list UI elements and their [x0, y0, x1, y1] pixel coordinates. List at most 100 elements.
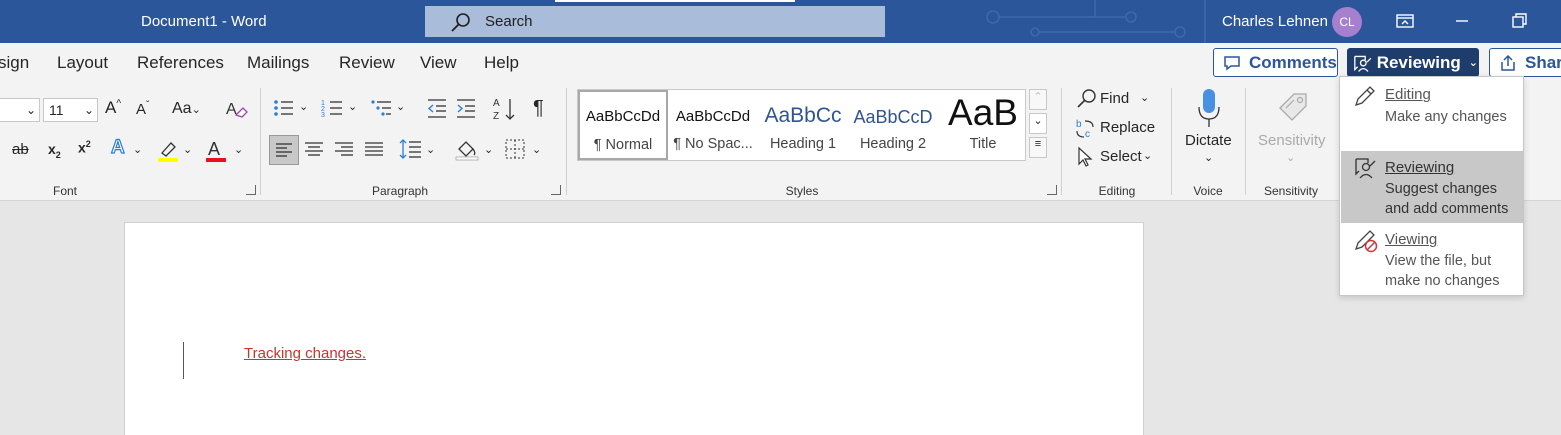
- decrease-indent-icon[interactable]: [426, 97, 448, 119]
- chevron-down-icon: ⌄: [25, 103, 36, 117]
- superscript-icon[interactable]: x2: [78, 139, 91, 156]
- subscript-icon[interactable]: x2: [48, 141, 61, 160]
- sort-icon[interactable]: A Z: [492, 96, 516, 122]
- chevron-down-icon[interactable]: ⌄: [532, 143, 541, 156]
- share-label: Share: [1525, 52, 1561, 72]
- chevron-down-icon[interactable]: ⌄: [299, 100, 308, 113]
- gallery-more-button[interactable]: ≡: [1029, 137, 1047, 158]
- tab-view[interactable]: View: [420, 53, 457, 73]
- chevron-down-icon[interactable]: ⌄: [1140, 91, 1149, 104]
- font-color-icon[interactable]: A: [205, 138, 227, 163]
- style-title[interactable]: AaB Title: [938, 90, 1025, 160]
- mode-viewing-item[interactable]: Viewing View the file, but make no chang…: [1341, 223, 1523, 295]
- svg-text:Z: Z: [493, 111, 499, 122]
- font-dialog-launcher[interactable]: [246, 185, 256, 195]
- clear-formatting-icon[interactable]: A: [224, 97, 248, 121]
- chevron-down-icon[interactable]: ⌄: [484, 143, 493, 156]
- chevron-down-icon[interactable]: ⌄: [183, 143, 192, 156]
- style-preview: AaBbCcD: [853, 107, 933, 127]
- select-cursor-icon[interactable]: [1076, 146, 1096, 168]
- no-edit-pencil-icon: [1354, 230, 1378, 253]
- group-separator: [1171, 88, 1172, 195]
- replace-button[interactable]: Replace: [1100, 119, 1155, 136]
- multilevel-list-icon[interactable]: [370, 97, 392, 119]
- group-separator: [260, 88, 261, 195]
- bullets-icon[interactable]: [272, 97, 294, 119]
- select-button[interactable]: Select: [1100, 148, 1142, 165]
- strikethrough-icon[interactable]: ab: [12, 141, 29, 158]
- mode-reviewing-item[interactable]: Reviewing Suggest changes and add commen…: [1341, 151, 1523, 223]
- chevron-down-icon[interactable]: ⌄: [234, 143, 243, 156]
- document-title: Document1 - Word: [141, 13, 267, 30]
- chevron-down-icon[interactable]: ⌄: [133, 143, 142, 156]
- chevron-down-icon[interactable]: ⌄: [1286, 151, 1295, 164]
- tab-references[interactable]: References: [137, 53, 224, 73]
- chevron-down-icon[interactable]: ⌄: [1143, 149, 1152, 162]
- restore-icon[interactable]: [1508, 11, 1530, 31]
- styles-gallery[interactable]: AaBbCcDd ¶ Normal AaBbCcDd ¶ No Spac... …: [577, 89, 1026, 161]
- style-heading-2[interactable]: AaBbCcD Heading 2: [848, 90, 938, 160]
- document-page[interactable]: [124, 222, 1144, 435]
- tab-help[interactable]: Help: [484, 53, 519, 73]
- sensitivity-label-icon[interactable]: [1274, 88, 1312, 126]
- style-preview: AaBbCcDd: [585, 108, 661, 125]
- grow-font-icon[interactable]: A^: [105, 98, 121, 118]
- tab-review[interactable]: Review: [339, 53, 395, 73]
- show-formatting-marks-icon[interactable]: ¶: [533, 97, 544, 120]
- style-normal[interactable]: AaBbCcDd ¶ Normal: [578, 90, 668, 160]
- style-heading-1[interactable]: AaBbCc Heading 1: [758, 90, 848, 160]
- replace-icon[interactable]: b c: [1075, 117, 1097, 139]
- align-right-icon[interactable]: [333, 138, 355, 160]
- ribbon-display-options-icon[interactable]: [1394, 11, 1416, 31]
- change-case-button[interactable]: Aa⌄: [172, 100, 201, 118]
- mode-editing-item[interactable]: Editing Make any changes: [1341, 79, 1523, 145]
- document-tracked-text[interactable]: Tracking changes.: [244, 345, 366, 362]
- find-button[interactable]: Find: [1100, 90, 1129, 107]
- comments-button[interactable]: Comments: [1213, 48, 1338, 77]
- microphone-icon[interactable]: [1196, 87, 1222, 129]
- style-no-spacing[interactable]: AaBbCcDd ¶ No Spac...: [668, 90, 758, 160]
- chevron-down-icon: ⌄: [1468, 57, 1478, 69]
- font-name-combo[interactable]: ⌄: [0, 98, 40, 122]
- chevron-down-icon[interactable]: ⌄: [1204, 151, 1213, 164]
- mode-description: Make any changes: [1385, 109, 1507, 125]
- group-separator: [1245, 88, 1246, 195]
- paragraph-dialog-launcher[interactable]: [551, 185, 561, 195]
- mode-title: Viewing: [1385, 231, 1438, 248]
- tab-mailings[interactable]: Mailings: [247, 53, 309, 73]
- chevron-down-icon[interactable]: ⌄: [426, 143, 435, 156]
- search-box[interactable]: [425, 6, 885, 37]
- chevron-down-icon[interactable]: ⌄: [348, 100, 357, 113]
- line-spacing-icon[interactable]: [399, 137, 423, 161]
- tab-layout[interactable]: Layout: [57, 53, 108, 73]
- dictate-button[interactable]: Dictate: [1185, 132, 1232, 149]
- font-size-combo[interactable]: 11 ⌄: [43, 98, 98, 122]
- gallery-scroll-down[interactable]: ⌄: [1029, 113, 1047, 134]
- shrink-font-icon[interactable]: Aˇ: [136, 100, 149, 118]
- increase-indent-icon[interactable]: [455, 97, 477, 119]
- find-icon[interactable]: [1076, 88, 1098, 110]
- minimize-icon[interactable]: [1451, 11, 1473, 31]
- reviewing-mode-button[interactable]: Reviewing ⌄: [1347, 48, 1479, 77]
- gallery-scroll-up[interactable]: ⌃: [1029, 89, 1047, 110]
- comment-icon: [1224, 55, 1240, 70]
- borders-icon[interactable]: [504, 138, 526, 160]
- shading-icon[interactable]: [455, 137, 479, 161]
- chevron-down-icon: ⌄: [191, 104, 201, 116]
- chevron-down-icon[interactable]: ⌄: [396, 100, 405, 113]
- style-name: Heading 1: [769, 136, 837, 152]
- sensitivity-button[interactable]: Sensitivity: [1258, 132, 1326, 149]
- tab-design[interactable]: sign: [0, 53, 29, 73]
- numbering-icon[interactable]: 123: [321, 97, 343, 119]
- highlight-icon[interactable]: [157, 139, 179, 163]
- sensitivity-group-label: Sensitivity: [1263, 184, 1319, 198]
- styles-dialog-launcher[interactable]: [1047, 185, 1057, 195]
- align-center-icon[interactable]: [303, 138, 325, 160]
- justify-icon[interactable]: [363, 138, 385, 160]
- align-left-button[interactable]: [269, 135, 299, 165]
- share-button[interactable]: Share: [1489, 48, 1561, 77]
- text-effects-icon[interactable]: A: [110, 136, 125, 159]
- style-name: Heading 2: [859, 136, 927, 152]
- avatar[interactable]: CL: [1332, 7, 1362, 37]
- search-input[interactable]: [485, 13, 845, 30]
